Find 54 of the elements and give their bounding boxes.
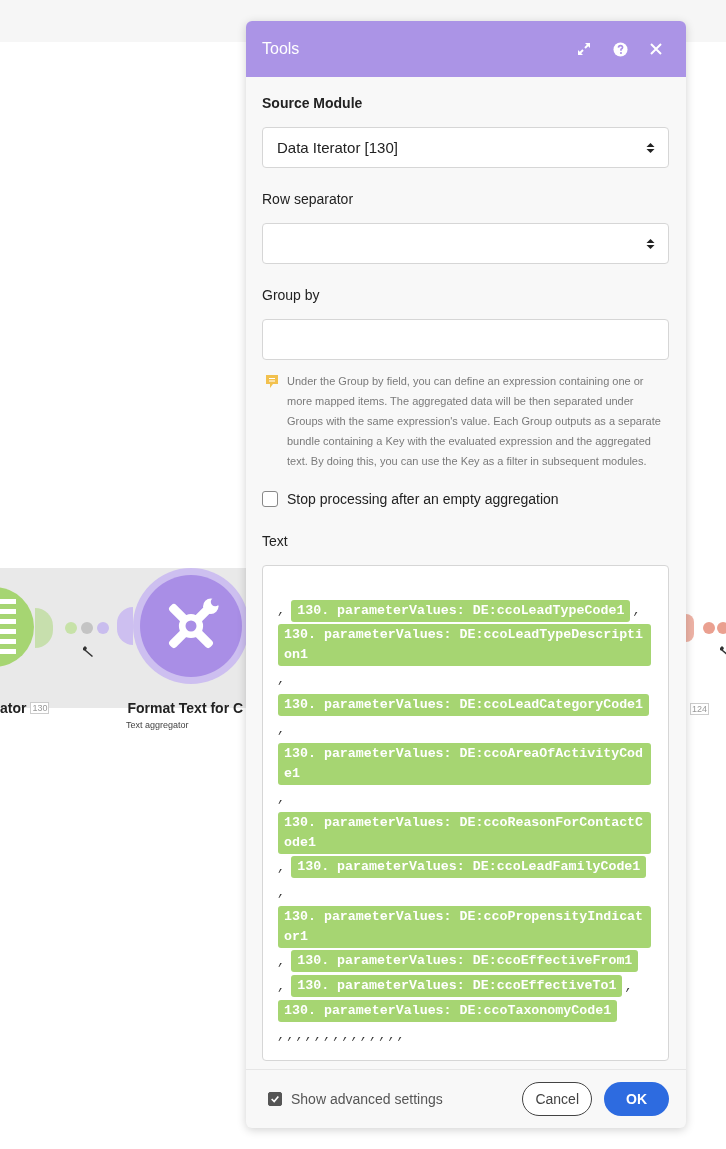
note-icon — [265, 374, 279, 389]
separator-text: , — [278, 791, 288, 806]
checkbox[interactable] — [262, 491, 278, 507]
separator-text: , — [278, 604, 288, 618]
expand-icon[interactable] — [577, 42, 591, 56]
mapped-item-pill[interactable]: 130. parameterValues: DE:ccoAreaOfActivityCode1 — [278, 742, 651, 785]
wrench-icon[interactable] — [82, 646, 94, 658]
row-separator-select[interactable] — [262, 223, 669, 264]
cancel-button[interactable]: Cancel — [522, 1082, 592, 1116]
field-label: Group by — [262, 287, 321, 303]
separator-text: , — [633, 604, 643, 618]
connector-handle[interactable] — [35, 608, 53, 648]
module-type: Text aggregator — [126, 720, 189, 730]
separator-text: , — [625, 979, 635, 994]
separator-text: , — [278, 722, 288, 737]
checkbox[interactable] — [268, 1092, 282, 1106]
checkbox-label: Show advanced settings — [291, 1091, 443, 1107]
checkmark-icon — [270, 1094, 280, 1104]
field-label: Text — [262, 533, 289, 549]
text-field[interactable] — [262, 565, 669, 1062]
mapped-item-pill[interactable]: 130. parameterValues: DE:ccoReasonForContactCode1 — [278, 811, 651, 854]
sort-caret-icon — [646, 237, 655, 250]
mapped-item-pill[interactable]: 130. parameterValues: DE:ccoLeadTypeDescription1 — [278, 624, 651, 666]
connector-dot — [717, 622, 726, 634]
separator-text: , — [278, 979, 288, 994]
checkbox-label: Stop processing after an empty aggregation — [287, 491, 559, 507]
separator-text: , — [278, 885, 288, 900]
mapped-item-pill[interactable]: 130. parameterValues: DE:ccoEffectiveTo1 — [291, 975, 623, 998]
separator-text: , — [278, 954, 288, 969]
separator-text: , — [278, 860, 288, 875]
help-icon[interactable] — [613, 41, 628, 57]
module-name: ator — [0, 700, 27, 716]
module-name: Format Text for C — [127, 700, 244, 716]
sort-caret-icon — [646, 141, 655, 154]
hint-text: Under the Group by field, you can define an expression containing one or more mapped items. The aggregated data will be then separated under Groups with the same expression's value. Each Group outputs as a separate bundle containing a Key with the evaluated expression and the aggregated text. By doing this, you can use the Key as a filter in subsequent modules. — [287, 374, 662, 469]
field-label: Row separator — [262, 191, 355, 207]
mapped-item-pill[interactable]: 130. parameterValues: DE:ccoLeadCategoryCode1 — [278, 693, 650, 716]
mapped-item-pill[interactable]: 130. parameterValues: DE:ccoPropensityIndicator1 — [278, 905, 651, 948]
ok-button[interactable]: OK — [604, 1082, 669, 1116]
mapped-item-pill[interactable]: 130. parameterValues: DE:ccoLeadFamilyCode1 — [291, 856, 647, 879]
mapped-item-pill[interactable]: 130. parameterValues: DE:ccoTaxonomyCode1 — [278, 1000, 618, 1023]
module-number: 124 — [690, 703, 710, 715]
panel-title: Tools — [262, 40, 300, 58]
mapped-item-pill[interactable]: 130. parameterValues: DE:ccoLeadTypeCode1 — [291, 599, 631, 622]
mapped-item-pill[interactable]: 130. parameterValues: DE:ccoEffectiveFrom1 — [291, 950, 639, 973]
separator-text: ,,,,,,,,,,,,,, — [278, 1029, 407, 1044]
field-label: Source Module — [262, 95, 364, 111]
separator-text: , — [278, 673, 288, 687]
connector-dot — [703, 622, 715, 634]
group-by-field[interactable] — [262, 319, 669, 360]
close-icon[interactable] — [650, 43, 662, 55]
connector-handle[interactable] — [686, 614, 694, 642]
module-number: 130 — [30, 702, 50, 714]
source-module-select[interactable]: Data Iterator [130] — [262, 127, 669, 168]
